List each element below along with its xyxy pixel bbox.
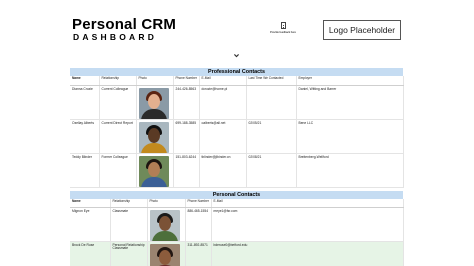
contact-email[interactable]: oalberts@all.net (199, 119, 247, 154)
contact-name: Teddy Blinder (70, 153, 100, 188)
contact-name: Dianna Crozie (70, 85, 100, 120)
contact-phone: 886-465-1554 (185, 207, 212, 242)
column-header-name: Name (70, 199, 111, 208)
table-row[interactable]: Brock De Ruse Personal Relationship Clas… (70, 241, 404, 266)
contact-relationship: Personal Relationship Classmate (110, 241, 148, 266)
table-row[interactable]: Mignon Eye Classmate 886-465-1554 meye1@… (70, 207, 404, 242)
table-row[interactable]: Ozellay Alberts Current Direct Report 69… (70, 119, 404, 154)
page-subtitle: DASHBOARD (73, 32, 158, 42)
contact-email[interactable]: dcrozie@home.pl (199, 85, 247, 120)
contact-photo[interactable] (149, 209, 180, 240)
column-header-phone: Phone Number (173, 76, 200, 86)
contact-employer: Bene LLC (296, 119, 404, 154)
column-header-email: E-Mail (211, 199, 404, 208)
contact-photo[interactable] (138, 121, 169, 152)
contact-name: Mignon Eye (70, 207, 111, 242)
contact-relationship: Current Direct Report (99, 119, 137, 154)
contact-photo[interactable] (149, 243, 180, 266)
feedback-link[interactable]: Provide feedback here (262, 22, 304, 34)
contact-relationship: Current Colleague (99, 85, 137, 120)
column-header-employer: Employer (296, 76, 404, 86)
personal-contacts-table: Name Relationship Photo Phone Number E-M… (70, 199, 404, 266)
column-header-relationship: Relationship (99, 76, 137, 86)
contact-employer: Daniel, Witting and Barrer (296, 85, 404, 120)
contact-relationship: Classmate (110, 207, 148, 242)
contact-phone: 699-188-3585 (173, 119, 200, 154)
contact-photo[interactable] (138, 87, 169, 118)
contact-email[interactable]: bderuse0@betford.edu (211, 241, 404, 266)
chevron-down-icon[interactable] (233, 52, 240, 59)
contact-email[interactable]: tblinder@jlbinder.cn (199, 153, 247, 188)
contact-name: Brock De Ruse (70, 241, 111, 266)
contact-email[interactable]: meye1@fsr.com (211, 207, 404, 242)
professional-contacts-table: Name Relationship Photo Phone Number E-M… (70, 76, 404, 188)
contact-last-contacted: 02/08/21 (246, 153, 297, 188)
contact-employer: Breitenberg-Wellford (296, 153, 404, 188)
contact-phone: 311-892-8571 (185, 241, 212, 266)
contact-phone: 151-803-6244 (173, 153, 200, 188)
column-header-relationship: Relationship (110, 199, 148, 208)
table-row[interactable]: Dianna Crozie Current Colleague 244-426-… (70, 85, 404, 120)
contact-last-contacted (246, 85, 297, 120)
contact-relationship: Former Colleague (99, 153, 137, 188)
column-header-email: E-Mail (199, 76, 247, 86)
contact-phone: 244-426-8563 (173, 85, 200, 120)
column-header-name: Name (70, 76, 100, 86)
document-icon (280, 22, 286, 29)
contact-photo[interactable] (138, 155, 169, 186)
column-header-phone: Phone Number (185, 199, 212, 208)
table-row[interactable]: Teddy Blinder Former Colleague 151-803-6… (70, 153, 404, 188)
column-header-photo: Photo (136, 76, 174, 86)
table-header-row: Name Relationship Photo Phone Number E-M… (70, 199, 404, 208)
professional-contacts-heading: Professional Contacts (70, 68, 403, 76)
personal-contacts-heading: Personal Contacts (70, 191, 403, 199)
feedback-label: Provide feedback here (270, 31, 296, 34)
table-header-row: Name Relationship Photo Phone Number E-M… (70, 76, 404, 86)
column-header-last-contacted: Last Time We Contacted (246, 76, 297, 86)
contact-last-contacted: 02/05/21 (246, 119, 297, 154)
contact-name: Ozellay Alberts (70, 119, 100, 154)
page-title: Personal CRM (72, 16, 177, 33)
logo-placeholder: Logo Placeholder (323, 20, 401, 40)
column-header-photo: Photo (147, 199, 186, 208)
